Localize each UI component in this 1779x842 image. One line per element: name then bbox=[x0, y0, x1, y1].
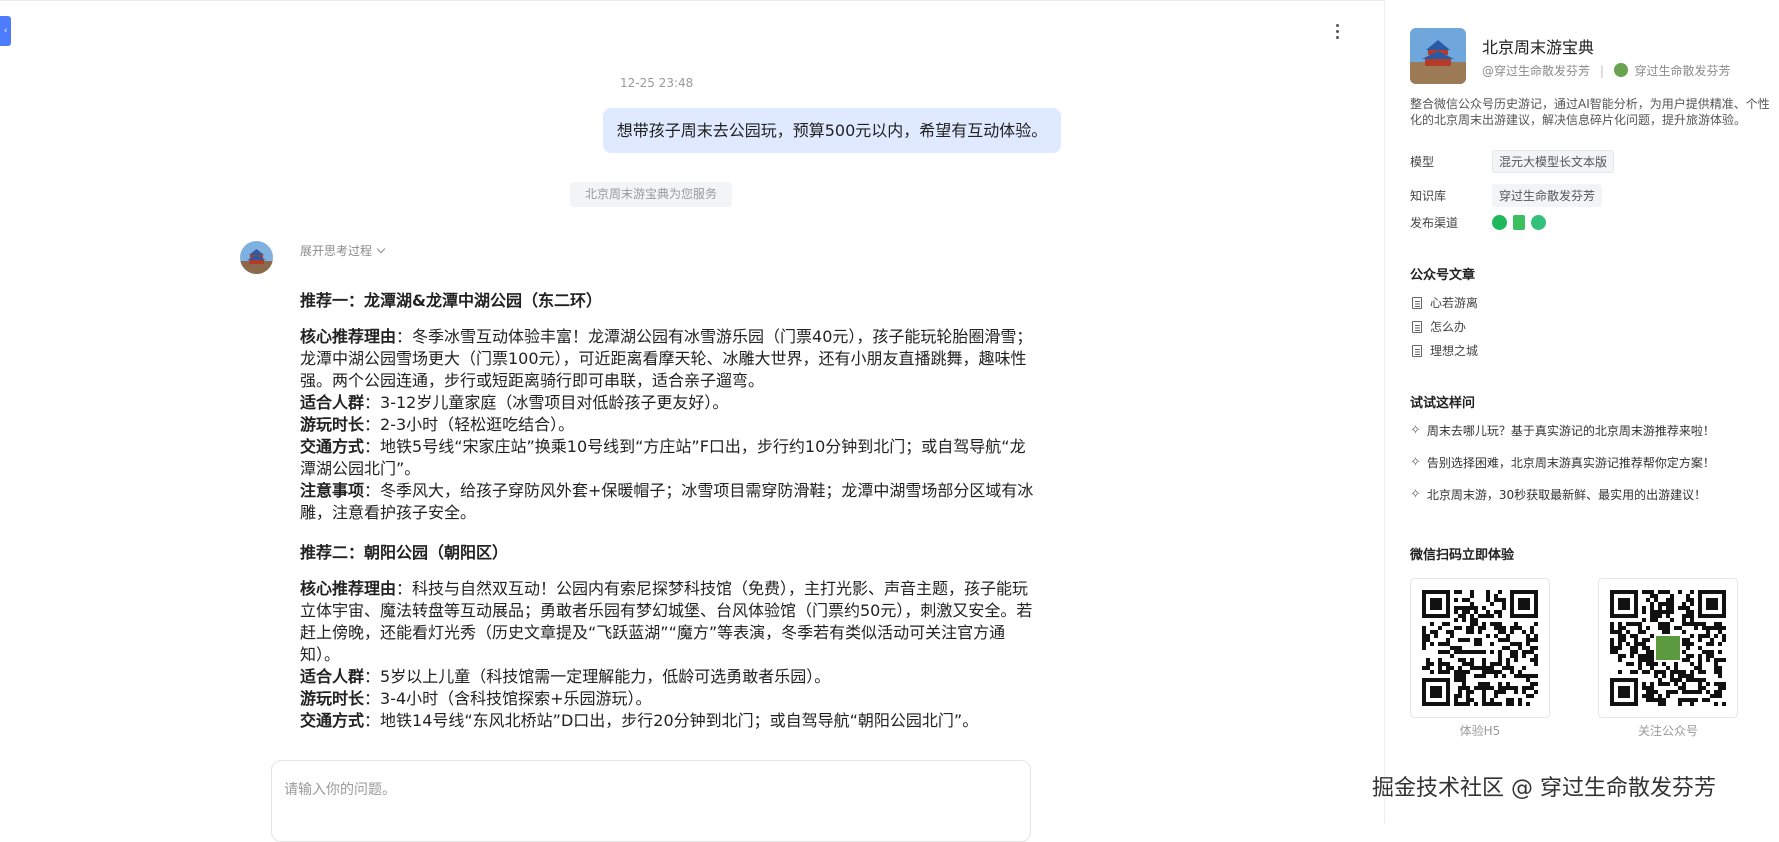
sparkle-icon: ✧ bbox=[1410, 423, 1421, 438]
rec1-time: 游玩时长：2-3小时（轻松逛吃结合）。 bbox=[300, 415, 575, 434]
qr-wechat-card bbox=[1598, 578, 1738, 718]
bot-answer: 推荐一：龙潭湖&龙潭中湖公园（东二环） 核心推荐理由：冬季冰雪互动体验丰富！龙潭… bbox=[300, 286, 1040, 735]
qr-code-image bbox=[1422, 590, 1538, 706]
watermark: 掘金技术社区 @ 穿过生命散发芬芳 bbox=[1372, 776, 1716, 801]
kb-label: 知识库 bbox=[1410, 189, 1447, 203]
article-item[interactable]: 怎么办 bbox=[1412, 318, 1466, 335]
document-icon bbox=[1412, 344, 1422, 357]
author-name[interactable]: 穿过生命散发芬芳 bbox=[1635, 64, 1731, 78]
collapse-tab[interactable]: ‹ bbox=[0, 16, 11, 46]
author-handle: @穿过生命散发芬芳 bbox=[1482, 64, 1591, 78]
suggested-question[interactable]: ✧ 周末去哪儿玩？基于真实游记的北京周末游推荐来啦！ bbox=[1410, 422, 1715, 439]
panel-divider bbox=[1384, 0, 1385, 823]
expand-thinking-toggle[interactable]: 展开思考过程 bbox=[300, 242, 386, 259]
article-item[interactable]: 心若游离 bbox=[1412, 294, 1478, 311]
rec2-traffic: 交通方式：地铁14号线“东风北桥站”D口出，步行20分钟到北门；或自驾导航“朝阳… bbox=[300, 711, 979, 730]
channel-label: 发布渠道 bbox=[1410, 216, 1459, 230]
rec1-note: 注意事项：冬季风大，给孩子穿防风外套+保暖帽子；冰雪项目需穿防滑鞋；龙潭中湖雪场… bbox=[300, 481, 1034, 522]
suggested-question[interactable]: ✧ 告别选择困难，北京周末游真实游记推荐帮你定方案！ bbox=[1410, 454, 1715, 471]
think-toggle-label: 展开思考过程 bbox=[300, 244, 373, 258]
top-border bbox=[0, 0, 1384, 4]
message-timestamp: 12-25 23:48 bbox=[620, 76, 694, 90]
bot-avatar bbox=[240, 241, 273, 274]
model-chip: 混元大模型长文本版 bbox=[1492, 150, 1615, 173]
qr-title: 微信扫码立即体验 bbox=[1410, 548, 1515, 563]
qr-code-image bbox=[1610, 590, 1726, 706]
model-label: 模型 bbox=[1410, 155, 1435, 169]
article-item[interactable]: 理想之城 bbox=[1412, 342, 1478, 359]
app-title: 北京周末游宝典 bbox=[1482, 38, 1595, 57]
channel-h5-icon bbox=[1513, 215, 1525, 230]
question-input-box[interactable] bbox=[271, 760, 1031, 842]
document-icon bbox=[1412, 296, 1422, 309]
rec1-reason: 核心推荐理由：冬季冰雪互动体验丰富！龙潭湖公园有冰雪游乐园（门票40元），孩子能… bbox=[300, 327, 1033, 390]
app-logo bbox=[1410, 28, 1466, 84]
rec1-traffic: 交通方式：地铁5号线“宋家庄站”换乘10号线到“方庄站”F口出，步行约10分钟到… bbox=[300, 437, 1026, 478]
suggested-question[interactable]: ✧ 北京周末游，30秒获取最新鲜、最实用的出游建议！ bbox=[1410, 486, 1706, 503]
channel-row: 发布渠道 bbox=[1410, 214, 1552, 231]
rec1-title: 推荐一：龙潭湖&龙潭中湖公园（东二环） bbox=[300, 291, 602, 310]
document-icon bbox=[1412, 320, 1422, 333]
service-tag: 北京周末游宝典为您服务 bbox=[570, 182, 732, 207]
app-description: 整合微信公众号历史游记，通过AI智能分析，为用户提供精准、个性化的北京周末出游建… bbox=[1410, 97, 1770, 127]
chevron-down-icon bbox=[376, 244, 386, 254]
author-avatar bbox=[1613, 63, 1628, 77]
kb-row: 知识库 穿过生命散发芬芳 bbox=[1410, 184, 1603, 207]
sparkle-icon: ✧ bbox=[1410, 487, 1421, 502]
try-ask-title: 试试这样问 bbox=[1410, 396, 1476, 411]
rec2-title: 推荐二：朝阳公园（朝阳区） bbox=[300, 543, 509, 562]
rec2-reason: 核心推荐理由：科技与自然双互动！公园内有索尼探梦科技馆（免费），主打光影、声音主… bbox=[300, 579, 1033, 664]
sparkle-icon: ✧ bbox=[1410, 455, 1421, 470]
channel-yuanbao-icon bbox=[1492, 215, 1507, 230]
qr-wechat-caption: 关注公众号 bbox=[1637, 724, 1698, 738]
qr-h5-caption: 体验H5 bbox=[1459, 724, 1501, 738]
author-line: @穿过生命散发芬芳 | 穿过生命散发芬芳 bbox=[1482, 63, 1731, 78]
user-message-bubble: 想带孩子周末去公园玩，预算500元以内，希望有互动体验。 bbox=[603, 108, 1061, 153]
rec1-crowd: 适合人群：3-12岁儿童家庭（冰雪项目对低龄孩子更友好）。 bbox=[300, 393, 729, 412]
model-row: 模型 混元大模型长文本版 bbox=[1410, 150, 1615, 173]
rec2-time: 游玩时长：3-4小时（含科技馆探索+乐园游玩）。 bbox=[300, 689, 652, 708]
app-info-panel: 北京周末游宝典 @穿过生命散发芬芳 | 穿过生命散发芬芳 整合微信公众号历史游记… bbox=[1410, 0, 1779, 823]
kb-chip: 穿过生命散发芬芳 bbox=[1492, 184, 1603, 207]
question-input[interactable] bbox=[282, 781, 986, 799]
articles-title: 公众号文章 bbox=[1410, 268, 1476, 283]
more-options-icon[interactable] bbox=[1330, 20, 1344, 42]
qr-h5-card bbox=[1410, 578, 1550, 718]
rec2-crowd: 适合人群：5岁以上儿童（科技馆需一定理解能力，低龄可选勇敢者乐园）。 bbox=[300, 667, 831, 686]
channel-wechat-icon bbox=[1531, 215, 1546, 230]
